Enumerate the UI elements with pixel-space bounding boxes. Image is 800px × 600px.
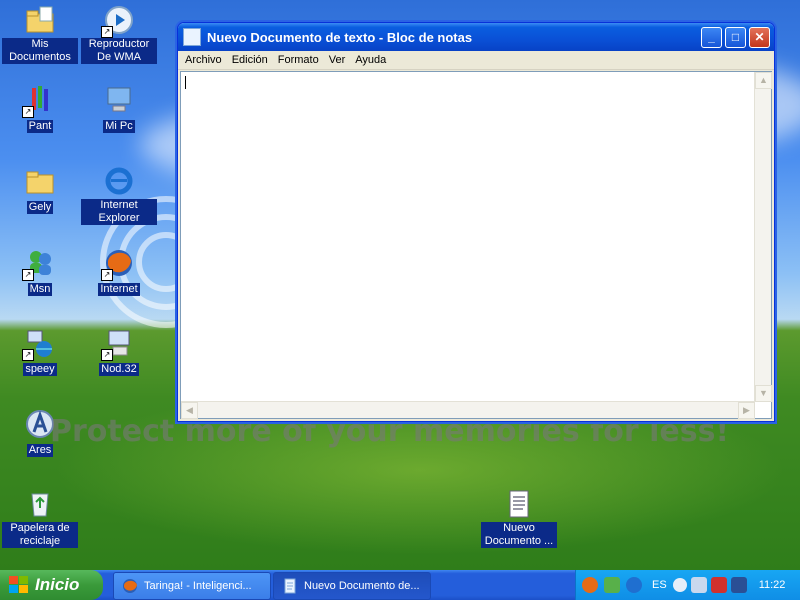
taskbar-button-label: Nuevo Documento de... [304, 580, 420, 592]
menu-ayuda[interactable]: Ayuda [350, 54, 391, 66]
text-editor[interactable]: ▲ ▼ ◀ ▶ [180, 71, 772, 419]
language-indicator[interactable]: ES [652, 579, 667, 591]
taskbar: Inicio Taringa! - Inteligenci... Nuevo D… [0, 570, 800, 600]
windows-logo-icon [9, 576, 29, 594]
title-bar[interactable]: Nuevo Documento de texto - Bloc de notas… [178, 23, 774, 51]
scroll-down-arrow-icon[interactable]: ▼ [755, 385, 772, 402]
notepad-window[interactable]: Nuevo Documento de texto - Bloc de notas… [177, 22, 775, 422]
notepad-icon [183, 28, 201, 46]
desktop-icon-label: speey [23, 363, 57, 376]
text-document-icon [503, 488, 535, 520]
folder-icon [24, 165, 56, 197]
taskbar-button-taringa[interactable]: Taringa! - Inteligenci... [113, 572, 271, 600]
desktop-icon-speey[interactable]: ↗ speey [2, 327, 78, 377]
paint-icon: ↗ [22, 84, 56, 118]
collapse-tray-chevron-icon[interactable] [672, 578, 687, 592]
desktop-icon-label: Mis Documentos [2, 38, 78, 64]
desktop-icon-label: Gely [26, 201, 54, 214]
desktop-icon-internet[interactable]: ↗ Internet [81, 247, 157, 297]
desktop-icon-nod32[interactable]: ↗ Nod.32 [81, 327, 157, 377]
internet-explorer-icon [103, 165, 135, 197]
media-player-icon: ↗ [101, 4, 135, 38]
firefox-icon: ↗ [101, 247, 135, 281]
antivirus-tray-icon[interactable] [710, 577, 727, 593]
start-button[interactable]: Inicio [0, 570, 103, 600]
desktop-icon-label: Msn [27, 283, 53, 296]
scroll-up-arrow-icon[interactable]: ▲ [755, 72, 772, 89]
desktop-icon-reproductor[interactable]: ↗ Reproductor De WMA [81, 4, 157, 65]
desktop-icon-label: Mi Pc [103, 120, 135, 133]
desktop-icon-pant[interactable]: ↗ Pant [2, 84, 78, 134]
desktop-icon-mis-documentos[interactable]: Mis Documentos [2, 4, 78, 65]
shortcut-arrow-icon: ↗ [101, 349, 113, 361]
taskbar-button-notepad[interactable]: Nuevo Documento de... [273, 572, 431, 600]
msn-messenger-icon: ↗ [22, 247, 56, 281]
menu-edicion[interactable]: Edición [227, 54, 273, 66]
desktop-icon-label: Internet Explorer [81, 199, 157, 225]
shortcut-arrow-icon: ↗ [22, 349, 34, 361]
desktop-icon-nuevo-documento[interactable]: Nuevo Documento ... [481, 488, 557, 549]
close-button[interactable]: ✕ [749, 26, 770, 48]
scroll-right-arrow-icon[interactable]: ▶ [738, 402, 755, 419]
desktop-icon-label: Nod.32 [99, 363, 139, 376]
horizontal-scrollbar[interactable]: ◀ ▶ [181, 401, 755, 419]
system-tray: ES 11:22 [575, 570, 800, 600]
vertical-scrollbar[interactable]: ▲ ▼ [754, 72, 772, 402]
scroll-left-arrow-icon[interactable]: ◀ [181, 402, 198, 419]
desktop-icon-papelera[interactable]: Papelera de reciclaje [2, 488, 78, 549]
desktop-icon-label: Internet [98, 283, 140, 296]
notepad-icon [282, 578, 298, 594]
window-title: Nuevo Documento de texto - Bloc de notas [207, 29, 473, 45]
shortcut-arrow-icon: ↗ [22, 269, 34, 281]
network-tray-icon[interactable] [604, 577, 620, 593]
desktop-icon-label: Pant [26, 120, 54, 133]
text-caret [185, 76, 186, 89]
recycle-bin-icon [24, 488, 56, 520]
ares-tray-icon[interactable] [730, 577, 747, 593]
desktop-icon-gely[interactable]: Gely [2, 165, 78, 215]
shortcut-arrow-icon: ↗ [22, 106, 34, 118]
desktop-icon-internet-explorer[interactable]: Internet Explorer [81, 165, 157, 226]
computer-icon [103, 84, 135, 116]
desktop-icon-mi-pc[interactable]: Mi Pc [81, 84, 157, 134]
menu-ver[interactable]: Ver [324, 54, 351, 66]
network-globe-icon: ↗ [22, 327, 56, 361]
globe-tray-icon[interactable] [626, 577, 642, 593]
desktop-icon-label: Reproductor De WMA [81, 38, 157, 64]
taskbar-button-label: Taringa! - Inteligenci... [144, 580, 252, 592]
folder-documents-icon [24, 4, 56, 36]
start-label: Inicio [35, 575, 80, 594]
clock[interactable]: 11:22 [759, 579, 786, 591]
desktop-icon-label: Nuevo Documento ... [481, 522, 557, 548]
desktop-icon-label: Papelera de reciclaje [2, 522, 78, 548]
minimize-button[interactable]: _ [701, 26, 722, 48]
firefox-icon [122, 578, 138, 594]
desktop-icon-msn[interactable]: ↗ Msn [2, 247, 78, 297]
maximize-button[interactable]: □ [725, 26, 746, 48]
shortcut-arrow-icon: ↗ [101, 26, 113, 38]
firefox-tray-icon[interactable] [582, 577, 598, 593]
connection-tray-icon[interactable] [690, 577, 707, 593]
menu-bar: Archivo Edición Formato Ver Ayuda [178, 51, 774, 70]
menu-archivo[interactable]: Archivo [180, 54, 227, 66]
shortcut-arrow-icon: ↗ [101, 269, 113, 281]
nod32-icon: ↗ [101, 327, 135, 361]
menu-formato[interactable]: Formato [273, 54, 324, 66]
